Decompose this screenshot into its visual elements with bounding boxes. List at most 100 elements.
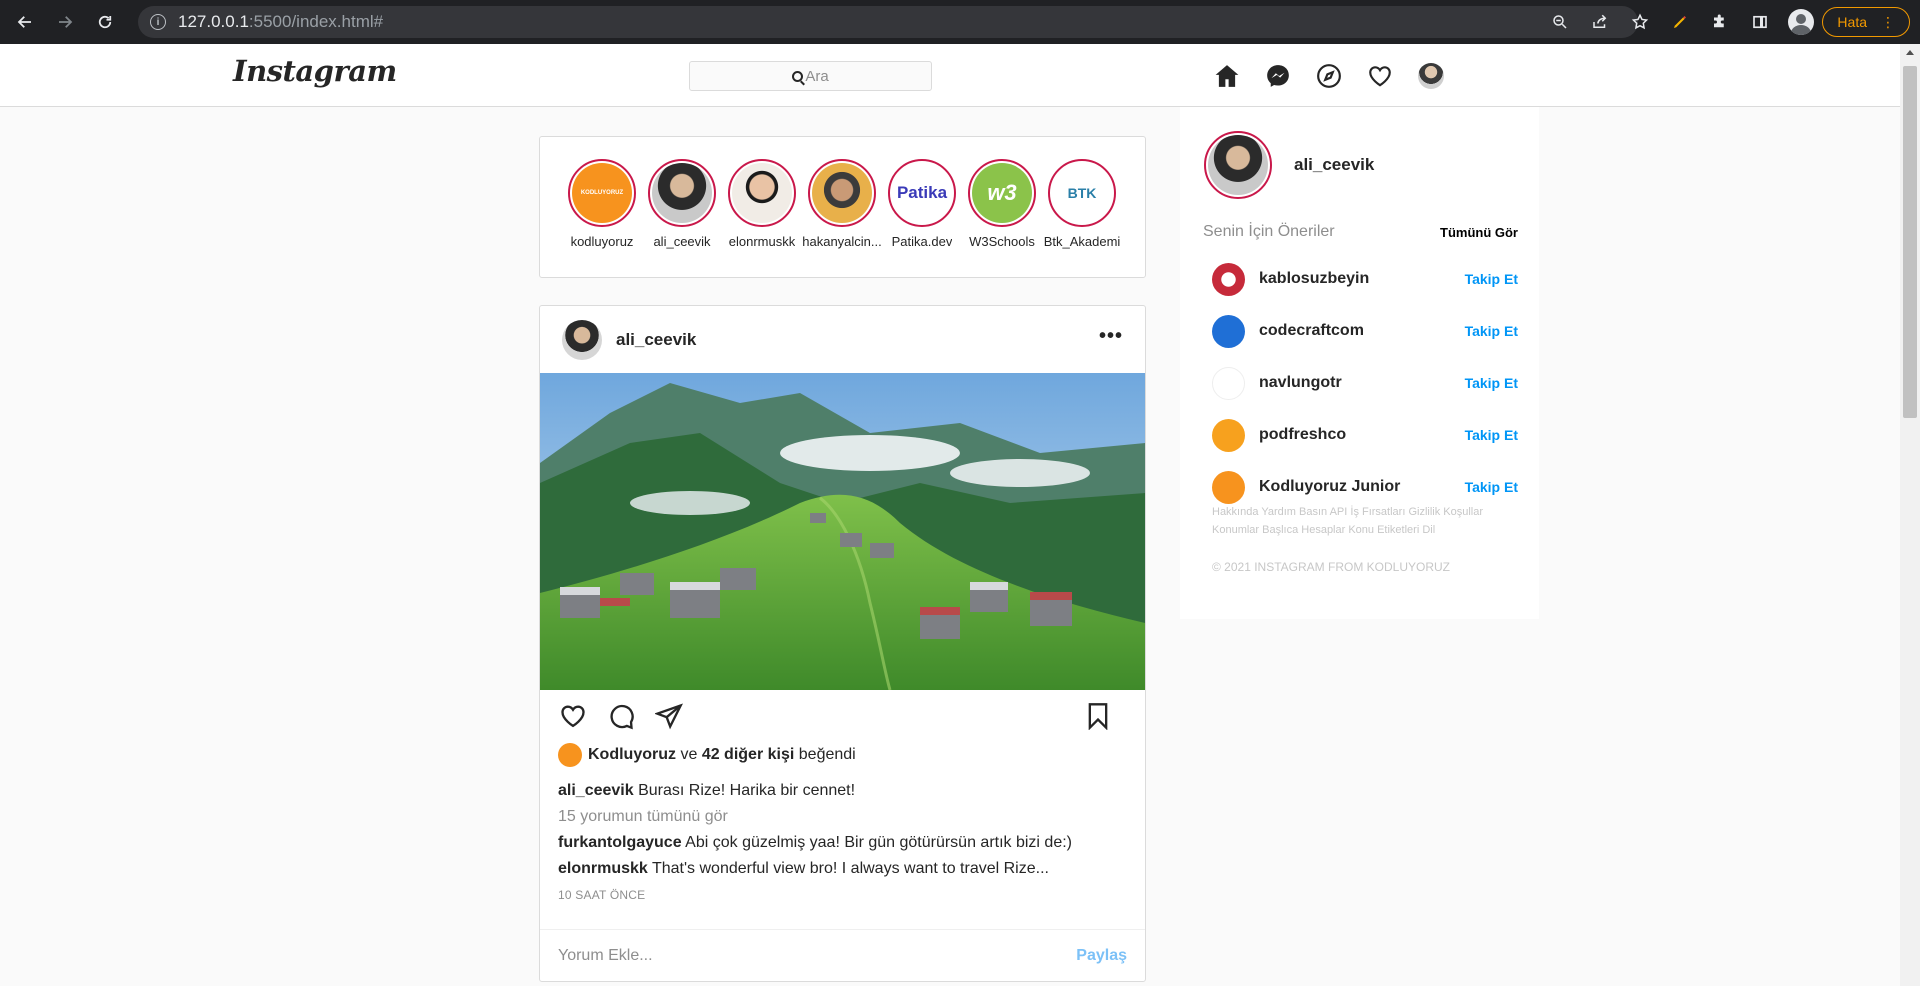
- error-button[interactable]: Hata ⋮: [1822, 7, 1910, 37]
- like-button[interactable]: [558, 701, 588, 731]
- comment-username[interactable]: furkantolgayuce: [558, 834, 682, 851]
- follow-button[interactable]: Takip Et: [1465, 271, 1518, 287]
- story-ring: KODLUYORUZ: [568, 159, 636, 227]
- save-button[interactable]: [1083, 701, 1113, 731]
- share-icon: [1593, 14, 1607, 28]
- caption-username[interactable]: ali_ceevik: [558, 782, 634, 799]
- suggestion-item: kablosuzbeyin Takip Et: [1212, 253, 1518, 305]
- heart-icon: [1369, 66, 1391, 87]
- story-name: Btk_Akademi: [1043, 234, 1121, 249]
- suggestion-name[interactable]: navlungotr: [1259, 374, 1342, 392]
- view-all-comments-link[interactable]: 15 yorumun tümünü gör: [540, 804, 1145, 830]
- suggestion-item: podfreshco Takip Et: [1212, 409, 1518, 461]
- story-avatar: w3: [972, 163, 1032, 223]
- post-header: ali_ceevik •••: [540, 306, 1145, 373]
- suggestion-item: codecraftcom Takip Et: [1212, 305, 1518, 357]
- story-item[interactable]: KODLUYORUZ kodluyoruz: [562, 159, 642, 277]
- url-text: 127.0.0.1:5500/index.html#: [178, 12, 383, 32]
- activity-button[interactable]: [1366, 62, 1394, 90]
- suggestion-avatar[interactable]: [1212, 366, 1245, 400]
- url-path: :5500/index.html#: [248, 12, 384, 31]
- paper-plane-icon: [655, 703, 683, 730]
- story-avatar: [812, 163, 872, 223]
- scrollbar-thumb[interactable]: [1903, 66, 1917, 418]
- suggestion-name[interactable]: codecraftcom: [1259, 322, 1364, 340]
- follow-button[interactable]: Takip Et: [1465, 427, 1518, 443]
- suggestion-avatar[interactable]: [1212, 314, 1245, 348]
- likes-line: Kodluyoruz ve 42 diğer kişi beğendi: [540, 742, 1145, 768]
- suggestion-avatar[interactable]: [1212, 262, 1245, 296]
- suggestion-name[interactable]: Kodluyoruz Junior: [1259, 478, 1400, 496]
- post-author-avatar[interactable]: [562, 319, 602, 360]
- comment-text: Abi çok güzelmiş yaa! Bir gün götürürsün…: [685, 834, 1072, 851]
- story-item[interactable]: w3 W3Schools: [962, 159, 1042, 277]
- side-panel-button[interactable]: [1740, 2, 1780, 42]
- liker-name[interactable]: Kodluyoruz: [588, 746, 676, 764]
- zoom-out-icon: [1553, 15, 1567, 29]
- scroll-up-arrow-icon[interactable]: [1906, 50, 1914, 55]
- browser-toolbar: i 127.0.0.1:5500/index.html# Hata ⋮: [0, 0, 1920, 44]
- follow-button[interactable]: Takip Et: [1465, 375, 1518, 391]
- story-name: Patika.dev: [891, 234, 953, 249]
- suggestions-header: Senin İçin Öneriler Tümünü Gör: [1203, 223, 1518, 241]
- extensions-button[interactable]: [1700, 2, 1740, 42]
- suggestion-avatar[interactable]: [1212, 418, 1245, 452]
- page-scrollbar[interactable]: [1900, 44, 1920, 986]
- address-bar[interactable]: i 127.0.0.1:5500/index.html#: [138, 6, 1638, 38]
- home-icon: [1215, 65, 1239, 87]
- instagram-header: Instagram Ara: [0, 44, 1900, 107]
- reload-icon: [98, 15, 112, 29]
- comment-text: That's wonderful view bro! I always want…: [651, 860, 1049, 877]
- follow-button[interactable]: Takip Et: [1465, 323, 1518, 339]
- pen-icon: [1674, 16, 1687, 28]
- footer-links[interactable]: Hakkında Yardım Basın API İş Fırsatları …: [1212, 503, 1522, 539]
- explore-button[interactable]: [1315, 62, 1343, 90]
- current-user-ring[interactable]: [1204, 131, 1272, 199]
- profile-button[interactable]: [1417, 62, 1445, 90]
- comment-icon: [610, 704, 634, 730]
- post-actions: [540, 690, 1145, 742]
- story-avatar: Patika: [892, 163, 952, 223]
- comment-button[interactable]: [606, 701, 636, 731]
- share-button[interactable]: [654, 701, 684, 731]
- story-ring: w3: [968, 159, 1036, 227]
- home-button[interactable]: [1213, 62, 1241, 90]
- story-name: kodluyoruz: [570, 234, 634, 249]
- current-user-name[interactable]: ali_ceevik: [1294, 155, 1374, 175]
- more-options-icon[interactable]: •••: [1099, 326, 1123, 346]
- story-item[interactable]: Patika Patika.dev: [882, 159, 962, 277]
- post-comment-button[interactable]: Paylaş: [1076, 947, 1127, 965]
- search-placeholder: Ara: [805, 67, 829, 85]
- messenger-button[interactable]: [1264, 62, 1292, 90]
- browser-profile-avatar[interactable]: [1788, 9, 1815, 35]
- search-input[interactable]: Ara: [689, 61, 932, 91]
- messenger-icon: [1267, 65, 1289, 87]
- likes-others-count[interactable]: 42 diğer kişi: [702, 746, 795, 764]
- liker-avatar[interactable]: [558, 743, 582, 767]
- suggestion-name[interactable]: podfreshco: [1259, 426, 1346, 444]
- story-name: ali_ceevik: [653, 234, 711, 249]
- extension-pen-button[interactable]: [1660, 2, 1700, 42]
- instagram-logo[interactable]: Instagram: [233, 54, 397, 88]
- story-item[interactable]: hakanyalcin...: [802, 159, 882, 277]
- follow-button[interactable]: Takip Et: [1465, 479, 1518, 495]
- suggestions-title: Senin İçin Öneriler: [1203, 223, 1335, 240]
- reload-button[interactable]: [90, 7, 120, 37]
- site-info-icon[interactable]: i: [150, 14, 166, 30]
- story-avatar: [732, 163, 792, 223]
- comment-input[interactable]: [558, 946, 1077, 965]
- suggestion-name[interactable]: kablosuzbeyin: [1259, 270, 1369, 288]
- zoom-button[interactable]: [1540, 2, 1580, 42]
- back-button[interactable]: [10, 7, 40, 37]
- bookmark-star-button[interactable]: [1620, 2, 1660, 42]
- see-all-link[interactable]: Tümünü Gör: [1440, 225, 1518, 240]
- share-page-button[interactable]: [1580, 2, 1620, 42]
- suggestion-avatar[interactable]: [1212, 470, 1245, 504]
- story-item[interactable]: ali_ceevik: [642, 159, 722, 277]
- comment-username[interactable]: elonrmuskk: [558, 860, 648, 877]
- post-author-name[interactable]: ali_ceevik: [616, 330, 696, 350]
- forward-button[interactable]: [50, 7, 80, 37]
- story-item[interactable]: BTK Btk_Akademi: [1042, 159, 1122, 277]
- post-image[interactable]: [540, 373, 1145, 690]
- story-item[interactable]: elonrmuskk: [722, 159, 802, 277]
